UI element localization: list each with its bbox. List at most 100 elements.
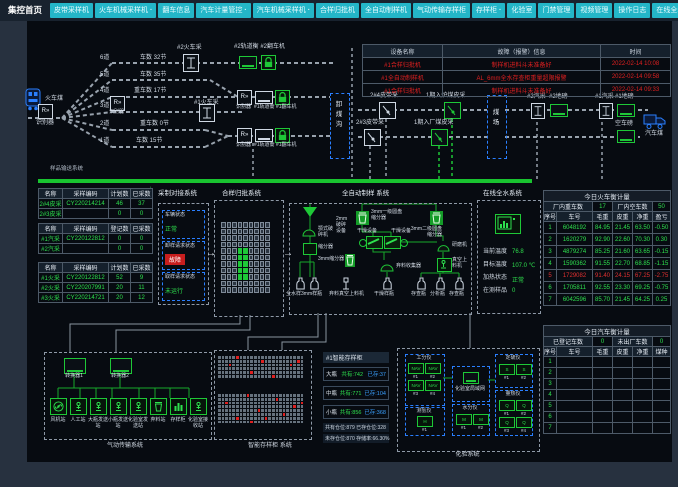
cabinet-cell [268, 409, 271, 412]
cabinet-cell [225, 371, 228, 374]
table-header-row: 名称采样编码计划数已采数 [39, 263, 153, 273]
rack-cell [232, 242, 237, 248]
belt-sampler4-label: 1期入厂煤皮采 [414, 120, 453, 127]
cell: 0 [109, 244, 131, 254]
rack-cell [254, 255, 259, 261]
cell [593, 390, 613, 401]
cabinet-cell [218, 394, 221, 397]
cabinet-cell [276, 398, 279, 401]
rack-cell [221, 222, 226, 228]
cabinet-cell [293, 409, 296, 412]
menu-item-8[interactable]: 气动传输存样柜 [413, 3, 470, 18]
cabinet-cell [222, 360, 225, 363]
cabinet-cell [268, 402, 271, 405]
cell: 20 [109, 293, 131, 303]
cabinet-cell [232, 356, 235, 359]
belt-sampler4-icon [431, 129, 448, 146]
column-header: 净重 [633, 212, 653, 222]
cabinet-cell [286, 398, 289, 401]
lab-title: 化验系统 [440, 452, 495, 459]
rack-cell [238, 287, 243, 293]
rack-cell [249, 222, 254, 228]
cell [653, 390, 671, 401]
belt-sampler1-icon [379, 102, 396, 119]
cell: 63.65 [633, 246, 653, 258]
cabinet-cell [229, 409, 232, 412]
cell: 3 [544, 379, 557, 390]
table-row: 2#4皮采CY2202142144637 [39, 199, 153, 209]
menu-item-5[interactable]: 汽车机械采样机· [253, 3, 314, 18]
cell: 9 [131, 273, 153, 283]
cabinet-cell [268, 405, 271, 408]
cabinet-cell [279, 364, 282, 367]
analyzer-unit-id: #4 [425, 391, 440, 396]
menu-item-6[interactable]: 合样归批机 [316, 3, 359, 18]
menu-item-10[interactable]: 化验室 [507, 3, 536, 18]
rack-cell [243, 248, 248, 254]
cabinet-cell [297, 398, 300, 401]
rack-cell [221, 242, 226, 248]
cabinet-cell [247, 367, 250, 370]
cabinet-cell [250, 360, 253, 363]
cell [557, 412, 593, 423]
cabinet-cell [247, 360, 250, 363]
cabinet-cell [290, 413, 293, 416]
cabinet-cell [286, 360, 289, 363]
cabinet-cell [229, 371, 232, 374]
cabinet-cell [254, 417, 257, 420]
summary-value: 0 [593, 337, 613, 347]
cell [633, 412, 653, 423]
menu-item-2[interactable]: 火车机械采样机· [95, 3, 156, 18]
alarm-table-table: 设备名称故障（报警）信息时间#1合样归批机制样机进料斗未准备好2022-02-1… [362, 44, 671, 97]
menu-item-3[interactable]: 翻车信息 [158, 3, 194, 18]
dumper1b-lock-icon [275, 128, 290, 143]
cell [557, 401, 593, 412]
rack-cell [232, 274, 237, 280]
cell: -0.75 [653, 282, 671, 294]
menu-item-0[interactable]: 集控首页 [2, 3, 48, 18]
menu-item-11[interactable]: 门禁管理 [538, 3, 574, 18]
menu-item-1[interactable]: 皮带采样机 [50, 3, 93, 18]
cabinet-cell [279, 421, 282, 424]
bottle-icon [310, 277, 319, 290]
cabinet-cell [272, 367, 275, 370]
cell [593, 379, 613, 390]
top-menu-bar: 集控首页皮带采样机火车机械采样机·翻车信息汽车计量管控·汽车机械采样机·合样归批… [0, 0, 678, 21]
bottle-icon [296, 277, 305, 290]
rack-cell [249, 281, 254, 287]
disc-divider1-icon [356, 211, 369, 225]
cell [593, 412, 613, 423]
cabinet-cell [297, 356, 300, 359]
cabinet-cell [222, 394, 225, 397]
station-4: 化验室发送站 [128, 398, 148, 429]
cell [593, 423, 613, 434]
menu-item-13[interactable]: 操作日志 [614, 3, 650, 18]
cabinet-cell [268, 398, 271, 401]
menu-item-14[interactable]: 在线全水 [652, 3, 678, 18]
scale1-monitor-icon [255, 91, 273, 104]
cabinet-cell [236, 398, 239, 401]
cabinet-cell [254, 394, 257, 397]
rack-cell [243, 287, 248, 293]
cabinet-cell [236, 364, 239, 367]
analyzer-unit-id: #1 [499, 411, 514, 416]
cabinet-cell [236, 394, 239, 397]
menu-item-4[interactable]: 汽车计量管控· [196, 3, 250, 18]
menu-item-9[interactable]: 存样柜· [472, 3, 505, 18]
cabinet-cell [229, 413, 232, 416]
cabinet-row-medium: 中瓶 共有:771 已存:104 [323, 386, 389, 400]
cabinet-cell [276, 375, 279, 378]
cabinet-row-name: 小瓶 [326, 408, 337, 416]
cabinet-cell [240, 413, 243, 416]
cabinet-cell [276, 402, 279, 405]
cabinet-cell [229, 375, 232, 378]
menu-item-12[interactable]: 视频管理 [576, 3, 612, 18]
cell: CY220214214 [63, 199, 109, 209]
collector-label: 弃料收集器 [396, 264, 421, 270]
rack-cell [254, 268, 259, 274]
table-title: 今日汽车衡计量 [544, 326, 671, 337]
rack-cell [260, 242, 265, 248]
dryer2-icon [384, 236, 401, 249]
rack-cell [232, 222, 237, 228]
menu-item-7[interactable]: 全自动制样机 [361, 3, 411, 18]
